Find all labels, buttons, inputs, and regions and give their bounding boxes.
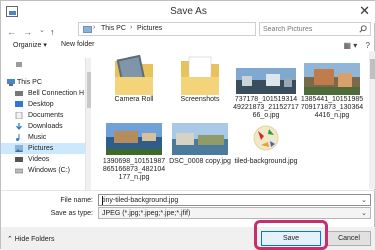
image-thumbnail (106, 123, 162, 155)
file-item-camera-roll[interactable]: Camera Roll (101, 55, 167, 105)
drive-icon (15, 168, 23, 174)
cancel-button[interactable]: Cancel (327, 231, 371, 246)
folder-icon (115, 55, 153, 95)
sidebar-item-this-pc[interactable]: This PC (1, 77, 85, 88)
breadcrumb-separator-icon: › (130, 24, 133, 31)
file-item-image[interactable]: 1390698_10151987865166873_482104177_n.jp… (101, 121, 167, 185)
search-input[interactable] (263, 24, 355, 34)
help-icon[interactable]: ? (366, 41, 370, 50)
file-item-image[interactable]: 737178_10151931449221873_2115271766_o.jp… (233, 55, 299, 119)
save-type-select[interactable]: JPEG (*.jpg;*.jpeg;*.jpe;*.jfif) ⌄ (98, 207, 371, 219)
recent-locations-icon[interactable]: ⌄ (39, 26, 45, 36)
folder-icon (181, 56, 219, 95)
chevron-down-icon[interactable]: ⌄ (361, 209, 367, 217)
search-icon[interactable] (359, 25, 367, 33)
file-name: 737178_10151931449221873_2115271766_o.jp… (233, 96, 299, 119)
scroll-thumb[interactable] (370, 59, 375, 79)
chevron-down-icon[interactable]: ⌄ (361, 196, 367, 204)
file-name-label: File name: (60, 197, 93, 204)
organize-menu[interactable]: Organize ▾ (13, 41, 47, 49)
close-icon[interactable]: ✕ (359, 4, 370, 18)
back-arrow-icon[interactable]: ← (7, 27, 16, 37)
sidebar-item-bell-connection[interactable]: Bell Connection H (1, 88, 85, 99)
image-thumbnail (304, 63, 360, 95)
file-name: tiled-background.jpg (234, 158, 298, 165)
image-thumbnail (236, 68, 296, 94)
sidebar-item[interactable] (1, 59, 85, 70)
sidebar-item-windows-c[interactable]: Windows (C:) (1, 165, 85, 176)
save-type-value: JPEG (*.jpg;*.jpeg;*.jpe;*.jfif) (102, 210, 191, 217)
file-item-image[interactable]: tiled-background.jpg (233, 121, 299, 185)
sidebar-item-downloads[interactable]: Downloads (1, 121, 85, 132)
generic-icon (16, 62, 22, 67)
downloads-icon (16, 123, 22, 130)
videos-icon (15, 157, 23, 162)
new-folder-button[interactable]: New folder (61, 41, 94, 48)
view-menu-icon[interactable]: ▦ ▾ (344, 41, 358, 50)
sidebar-item-desktop[interactable]: Desktop (1, 99, 85, 110)
music-icon (16, 134, 20, 141)
file-name: Screenshots (180, 96, 220, 103)
file-name: DSC_0008 copy.jpg (169, 158, 231, 165)
save-button-highlight (254, 220, 328, 250)
file-name-value: tiny-tiled-background.jpg (102, 197, 179, 204)
save-type-label: Save as type: (50, 210, 93, 217)
sidebar-item-music[interactable]: Music (1, 132, 85, 143)
network-icon (15, 91, 23, 96)
file-item-screenshots[interactable]: Screenshots (167, 55, 233, 105)
file-list-scrollbar[interactable] (369, 51, 375, 189)
file-item-image[interactable]: DSC_0008 copy.jpg (167, 121, 233, 185)
breadcrumb-separator-icon: › (93, 24, 96, 31)
address-bar[interactable]: › This PC › Pictures ⌄ ↻ (78, 22, 331, 36)
sidebar-item-label: Downloads (28, 123, 63, 130)
divider (1, 190, 375, 191)
up-arrow-icon[interactable]: ↑ (50, 27, 55, 37)
image-thumbnail (253, 125, 279, 151)
sidebar-item-pictures[interactable]: Pictures (1, 143, 85, 154)
breadcrumb-this-pc[interactable]: This PC (101, 25, 126, 32)
file-name: 1385441_10151985709171873_1303644416_n.j… (300, 96, 364, 119)
sidebar-item-label: Pictures (28, 145, 54, 152)
sidebar-item-label: This PC (17, 79, 42, 86)
title-bar: Save As ✕ (1, 1, 375, 23)
file-name: 1390698_10151987865166873_482104177_n.jp… (102, 158, 166, 181)
sidebar-item-label: Bell Connection H (28, 90, 85, 97)
navigation-pane: This PC Bell Connection H Desktop Docume… (1, 58, 85, 190)
sidebar-item-label: Windows (C:) (28, 167, 71, 174)
sidebar-item-label: Desktop (28, 101, 54, 108)
image-thumbnail (172, 123, 228, 155)
window-title: Save As (170, 6, 207, 17)
save-as-dialog: Save As ✕ ← → ⌄ ↑ › This PC › Pictures ⌄… (0, 0, 375, 250)
file-item-image[interactable]: 1385441_10151985709171873_1303644416_n.j… (299, 55, 365, 119)
pictures-folder-icon (83, 26, 92, 33)
documents-icon (15, 112, 23, 119)
sidebar-item-videos[interactable]: Videos (1, 154, 85, 165)
file-name: Camera Roll (114, 96, 154, 103)
sidebar-item-label: Videos (28, 156, 50, 163)
file-list: Camera Roll Screenshots 737178_101519314… (91, 51, 369, 189)
sidebar-item-documents[interactable]: Documents (1, 110, 85, 121)
pictures-icon (15, 145, 23, 152)
sidebar-item-label: Music (28, 134, 47, 141)
file-name-field[interactable]: tiny-tiled-background.jpg ⌄ (98, 194, 371, 206)
forward-arrow-icon[interactable]: → (23, 27, 32, 37)
computer-icon (7, 79, 15, 86)
search-box[interactable] (259, 22, 371, 36)
view-options: ▦ ▾ ? (344, 41, 370, 50)
breadcrumb-pictures[interactable]: Pictures (137, 25, 162, 32)
desktop-icon (15, 101, 23, 107)
hide-folders-toggle[interactable]: ⌃ Hide Folders (7, 235, 55, 243)
sidebar-item-label: Documents (28, 112, 64, 119)
